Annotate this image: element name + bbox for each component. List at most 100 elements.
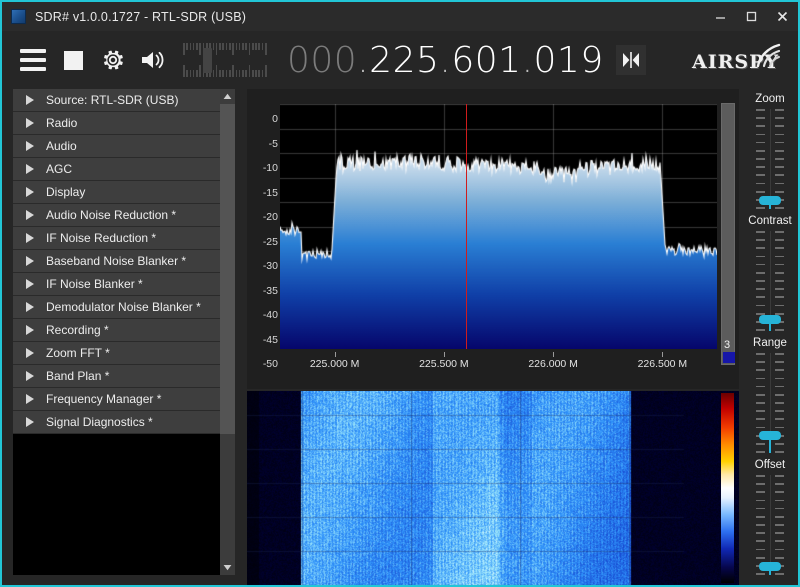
close-button[interactable] [767, 2, 798, 31]
slider-stem [769, 440, 771, 453]
y-axis-tick-label: -10 [262, 162, 278, 174]
y-axis-tick-label: -45 [262, 333, 278, 346]
scrollbar-track[interactable] [220, 434, 235, 560]
sidebar-item-display[interactable]: Display [13, 181, 235, 204]
scroll-down-icon[interactable] [220, 560, 235, 575]
volume-slider-handle[interactable] [202, 48, 212, 73]
sidebar-item-recording[interactable]: Recording * [13, 319, 235, 342]
sidebar-item-label: Baseband Noise Blanker * [46, 254, 187, 268]
sidebar-item-list: Source: RTL-SDR (USB) Radio Audio AGC Displa… [13, 89, 235, 434]
expand-triangle-icon [26, 118, 34, 128]
sidebar-item-label: Band Plan * [46, 369, 110, 383]
sidebar-item-radio[interactable]: Radio [13, 112, 235, 135]
meter-fill [723, 352, 735, 363]
sidebar-item-frequency-manager[interactable]: Frequency Manager * [13, 388, 235, 411]
expand-triangle-icon [26, 95, 34, 105]
slider-offset[interactable] [742, 471, 798, 579]
sidebar-item-source[interactable]: Source: RTL-SDR (USB) [13, 89, 235, 112]
waterfall-color-scale [721, 393, 734, 583]
x-axis-tick-label: 226.500 M [637, 358, 688, 370]
spectrum-y-axis: 0 -5 -10 -15 -20 -25 -30 -35 -40 -45 -50 [247, 104, 278, 370]
expand-triangle-icon [26, 371, 34, 381]
slider-stem [769, 323, 771, 331]
expand-triangle-icon [26, 394, 34, 404]
frequency-group-3: 019 [533, 39, 604, 81]
slider-stem [769, 205, 771, 209]
slider-label-offset: Offset [754, 459, 786, 471]
spectrum-trace [280, 104, 717, 349]
volume-slider[interactable] [183, 41, 267, 79]
sidebar-item-audio-noise-reduction[interactable]: Audio Noise Reduction * [13, 204, 235, 227]
tuning-cursor[interactable] [465, 104, 468, 349]
sidebar-item-label: Display [46, 185, 86, 199]
frequency-display[interactable]: 000.225.601.019 [287, 40, 604, 81]
waterfall-display[interactable] [247, 391, 739, 585]
sidebar-item-audio[interactable]: Audio [13, 135, 235, 158]
scrollbar-thumb[interactable] [220, 104, 235, 434]
x-axis-tick [334, 352, 336, 357]
slider-label-contrast: Contrast [748, 215, 792, 227]
center-frequency-icon[interactable] [615, 45, 646, 75]
sidebar-item-label: Demodulator Noise Blanker * [46, 300, 201, 314]
sidebar-item-label: Audio [46, 139, 77, 153]
x-axis-tick-label: 226.000 M [528, 358, 578, 370]
volume-icon[interactable] [133, 40, 173, 80]
slider-zoom[interactable] [742, 105, 798, 213]
sidebar-item-label: Radio [46, 116, 78, 130]
volume-ticks-bottom [183, 62, 267, 77]
volume-ticks-top [183, 43, 267, 58]
sidebar-item-agc[interactable]: AGC [13, 158, 235, 181]
expand-triangle-icon [26, 141, 34, 151]
scroll-up-icon[interactable] [220, 89, 235, 104]
slider-handle-zoom[interactable] [759, 196, 781, 206]
main-toolbar: 000.225.601.019 AIRSPY [2, 31, 798, 89]
sidebar-scrollbar[interactable] [220, 89, 235, 575]
minimize-button[interactable] [705, 2, 736, 31]
expand-triangle-icon [26, 233, 34, 243]
y-axis-tick-label: -30 [262, 260, 278, 272]
sidebar-item-label: Audio Noise Reduction * [46, 208, 177, 222]
waterfall-canvas [247, 391, 739, 585]
spectrum-analyzer[interactable]: 0 -5 -10 -15 -20 -25 -30 -35 -40 -45 -50 225.000 M… [247, 89, 739, 389]
title-bar: SDR# v1.0.0.1727 - RTL-SDR (USB) [2, 2, 798, 31]
app-icon [11, 9, 26, 24]
window-title: SDR# v1.0.0.1727 - RTL-SDR (USB) [35, 9, 247, 24]
x-axis-tick [443, 352, 445, 357]
menu-icon[interactable] [13, 40, 53, 80]
maximize-button[interactable] [736, 2, 767, 31]
signal-level-meter: 3 [721, 103, 735, 365]
slider-ticks-left [755, 475, 765, 575]
slider-rail [769, 475, 772, 575]
spectrum-plot[interactable] [280, 104, 717, 349]
sidebar-item-if-noise-reduction[interactable]: IF Noise Reduction * [13, 227, 235, 250]
expand-triangle-icon [26, 348, 34, 358]
slider-handle-contrast[interactable] [759, 314, 781, 324]
sidebar-item-label: Source: RTL-SDR (USB) [46, 93, 179, 107]
slider-range[interactable] [742, 349, 798, 457]
expand-triangle-icon [26, 325, 34, 335]
sidebar-item-if-noise-blanker[interactable]: IF Noise Blanker * [13, 273, 235, 296]
slider-contrast[interactable] [742, 227, 798, 335]
x-axis-tick [553, 352, 555, 357]
expand-triangle-icon [26, 302, 34, 312]
y-axis-tick-label: 0 [272, 113, 278, 125]
sidebar-item-signal-diagnostics[interactable]: Signal Diagnostics * [13, 411, 235, 434]
airspy-logo: AIRSPY [692, 39, 784, 81]
slider-ticks-right [775, 109, 785, 209]
sidebar-item-baseband-noise-blanker[interactable]: Baseband Noise Blanker * [13, 250, 235, 273]
y-axis-tick-label: -20 [262, 211, 278, 223]
sidebar-item-demodulator-noise-blanker[interactable]: Demodulator Noise Blanker * [13, 296, 235, 319]
sidebar-item-label: Recording * [46, 323, 109, 337]
slider-ticks-right [775, 475, 785, 575]
frequency-dim-part: 000 [287, 39, 358, 81]
expand-triangle-icon [26, 187, 34, 197]
slider-handle-range[interactable] [759, 431, 781, 441]
sidebar-item-band-plan[interactable]: Band Plan * [13, 365, 235, 388]
display-controls-panel: Zoom Contrast Range Offset [742, 89, 798, 585]
slider-handle-offset[interactable] [759, 562, 781, 572]
y-axis-tick-label: -35 [262, 284, 278, 297]
gear-icon[interactable] [93, 40, 133, 80]
stop-icon[interactable] [53, 40, 93, 80]
sidebar-item-zoom-fft[interactable]: Zoom FFT * [13, 342, 235, 365]
x-axis-tick-label: 225.500 M [419, 358, 469, 370]
